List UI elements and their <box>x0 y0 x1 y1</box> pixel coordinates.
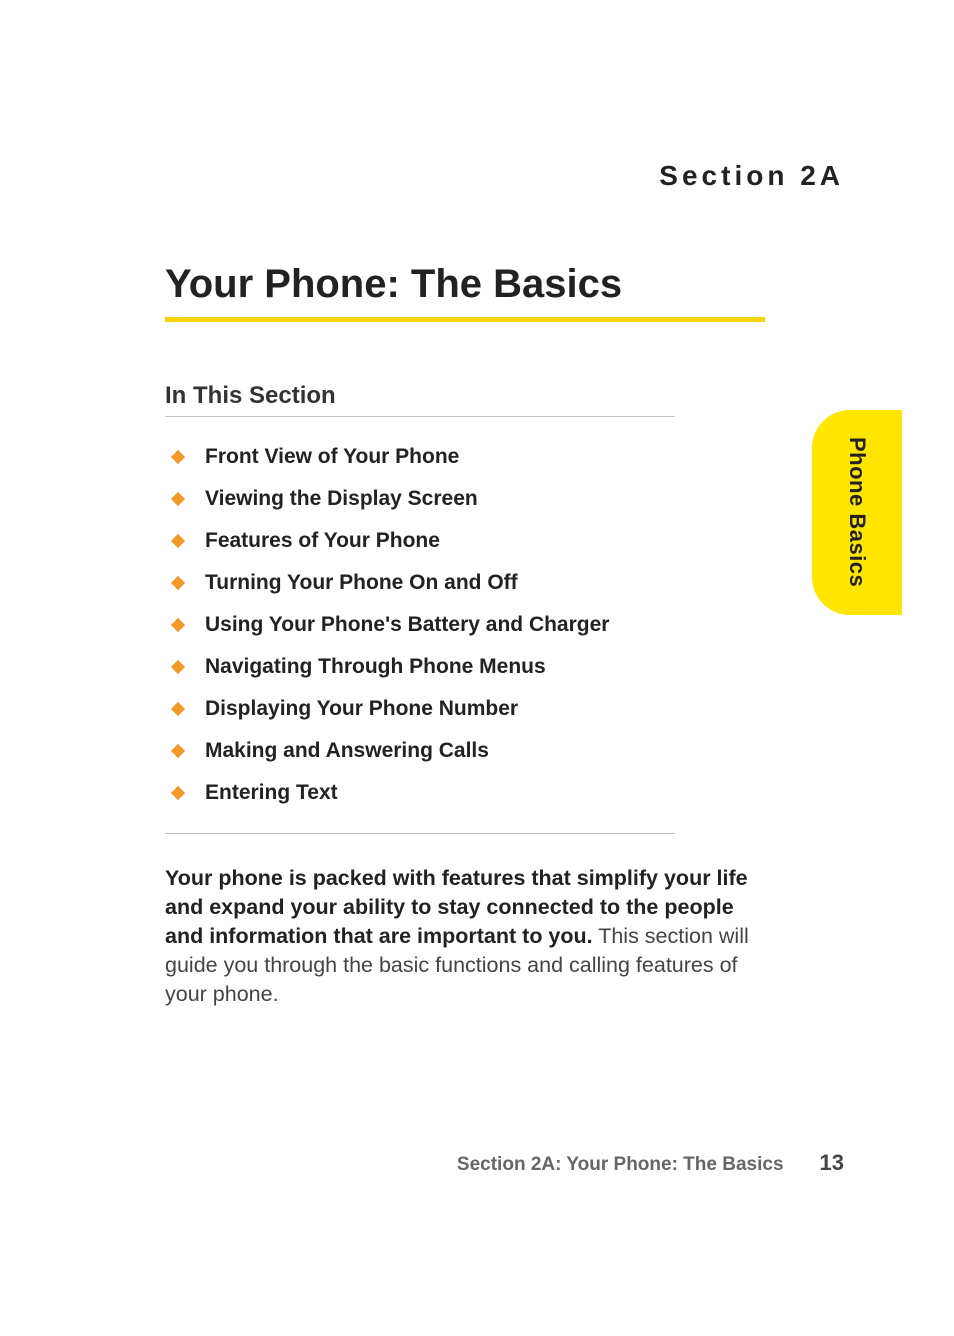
list-item: Making and Answering Calls <box>173 739 765 763</box>
list-item: Viewing the Display Screen <box>173 487 765 511</box>
toc-item-label: Displaying Your Phone Number <box>205 697 518 721</box>
toc-item-label: Features of Your Phone <box>205 529 440 553</box>
toc-item-label: Front View of Your Phone <box>205 445 459 469</box>
body-paragraph: Your phone is packed with features that … <box>165 864 765 1009</box>
list-item: Turning Your Phone On and Off <box>173 571 765 595</box>
diamond-bullet-icon <box>171 492 185 506</box>
side-tab-label: Phone Basics <box>844 437 870 587</box>
diamond-bullet-icon <box>171 576 185 590</box>
list-item: Displaying Your Phone Number <box>173 697 765 721</box>
list-item: Features of Your Phone <box>173 529 765 553</box>
title-rule <box>165 317 765 322</box>
diamond-bullet-icon <box>171 744 185 758</box>
page-footer: Section 2A: Your Phone: The Basics 13 <box>165 1150 844 1176</box>
side-tab: Phone Basics <box>812 410 902 615</box>
toc-item-label: Turning Your Phone On and Off <box>205 571 518 595</box>
diamond-bullet-icon <box>171 786 185 800</box>
list-item: Navigating Through Phone Menus <box>173 655 765 679</box>
diamond-bullet-icon <box>171 618 185 632</box>
divider <box>165 833 675 834</box>
section-label: Section 2A <box>165 160 844 192</box>
list-item: Using Your Phone's Battery and Charger <box>173 613 765 637</box>
diamond-bullet-icon <box>171 702 185 716</box>
diamond-bullet-icon <box>171 534 185 548</box>
document-page: Section 2A Your Phone: The Basics In Thi… <box>0 0 954 1336</box>
footer-section-title: Section 2A: Your Phone: The Basics <box>457 1154 784 1176</box>
diamond-bullet-icon <box>171 660 185 674</box>
toc-item-label: Entering Text <box>205 781 338 805</box>
content-block: Your Phone: The Basics In This Section F… <box>165 262 765 1009</box>
list-item: Front View of Your Phone <box>173 445 765 469</box>
page-title: Your Phone: The Basics <box>165 262 765 307</box>
footer-page-number: 13 <box>820 1150 844 1176</box>
toc-item-label: Navigating Through Phone Menus <box>205 655 546 679</box>
toc-item-label: Making and Answering Calls <box>205 739 489 763</box>
list-item: Entering Text <box>173 781 765 805</box>
toc-list: Front View of Your Phone Viewing the Dis… <box>173 445 765 805</box>
diamond-bullet-icon <box>171 450 185 464</box>
toc-item-label: Using Your Phone's Battery and Charger <box>205 613 609 637</box>
toc-item-label: Viewing the Display Screen <box>205 487 478 511</box>
in-this-section-heading: In This Section <box>165 382 675 417</box>
